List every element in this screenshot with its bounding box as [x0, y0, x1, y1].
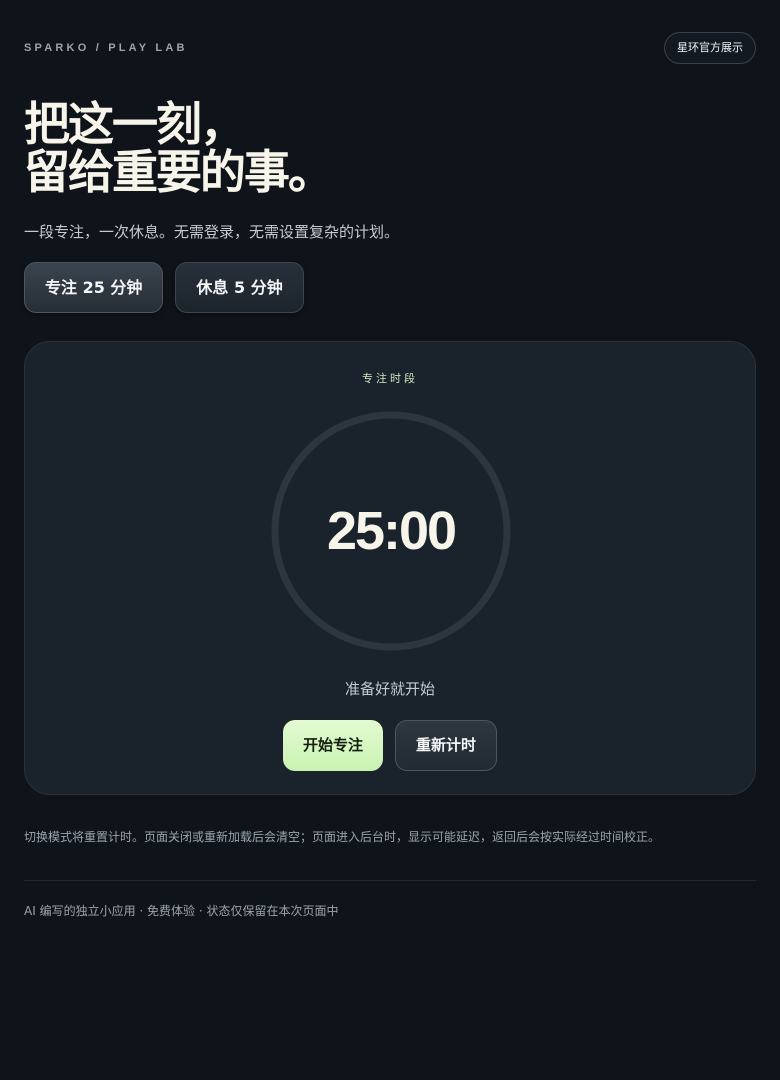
timer-display: 25:00 [326, 501, 457, 561]
timer-actions: 开始专注 重新计时 [25, 720, 755, 771]
timer-status: 准备好就开始 [344, 680, 435, 698]
brand-label: SPARKO / PLAY LAB [24, 42, 188, 54]
title-line-1: 把这一刻， [24, 97, 246, 151]
mode-note: 切换模式将重置计时。页面关闭或重新加载后会清空；页面进入后台时，显示可能延迟，返… [24, 830, 661, 844]
showcase-button[interactable]: 星环官方展示 [664, 32, 756, 64]
page-title: 把这一刻， 留给重要的事。 [24, 100, 756, 196]
start-focus-button[interactable]: 开始专注 [282, 720, 383, 771]
focus-mode-button[interactable]: 专注 25 分钟 [24, 262, 164, 313]
break-mode-button[interactable]: 休息 5 分钟 [175, 262, 304, 313]
phase-label: 专注时段 [362, 372, 418, 385]
footer-text: AI 编写的独立小应用 · 免费体验 · 状态仅保留在本次页面中 [24, 904, 339, 918]
title-line-2: 留给重要的事。 [24, 145, 334, 199]
page-subtitle: 一段专注，一次休息。无需登录，无需设置复杂的计划。 [24, 223, 400, 241]
mode-switcher: 专注 25 分钟 休息 5 分钟 [24, 262, 304, 313]
timer-ring: 25:00 [271, 411, 511, 651]
reset-timer-button[interactable]: 重新计时 [395, 720, 498, 771]
divider [24, 880, 756, 881]
timer-card: 专注时段 25:00 准备好就开始 开始专注 重新计时 [24, 341, 756, 795]
